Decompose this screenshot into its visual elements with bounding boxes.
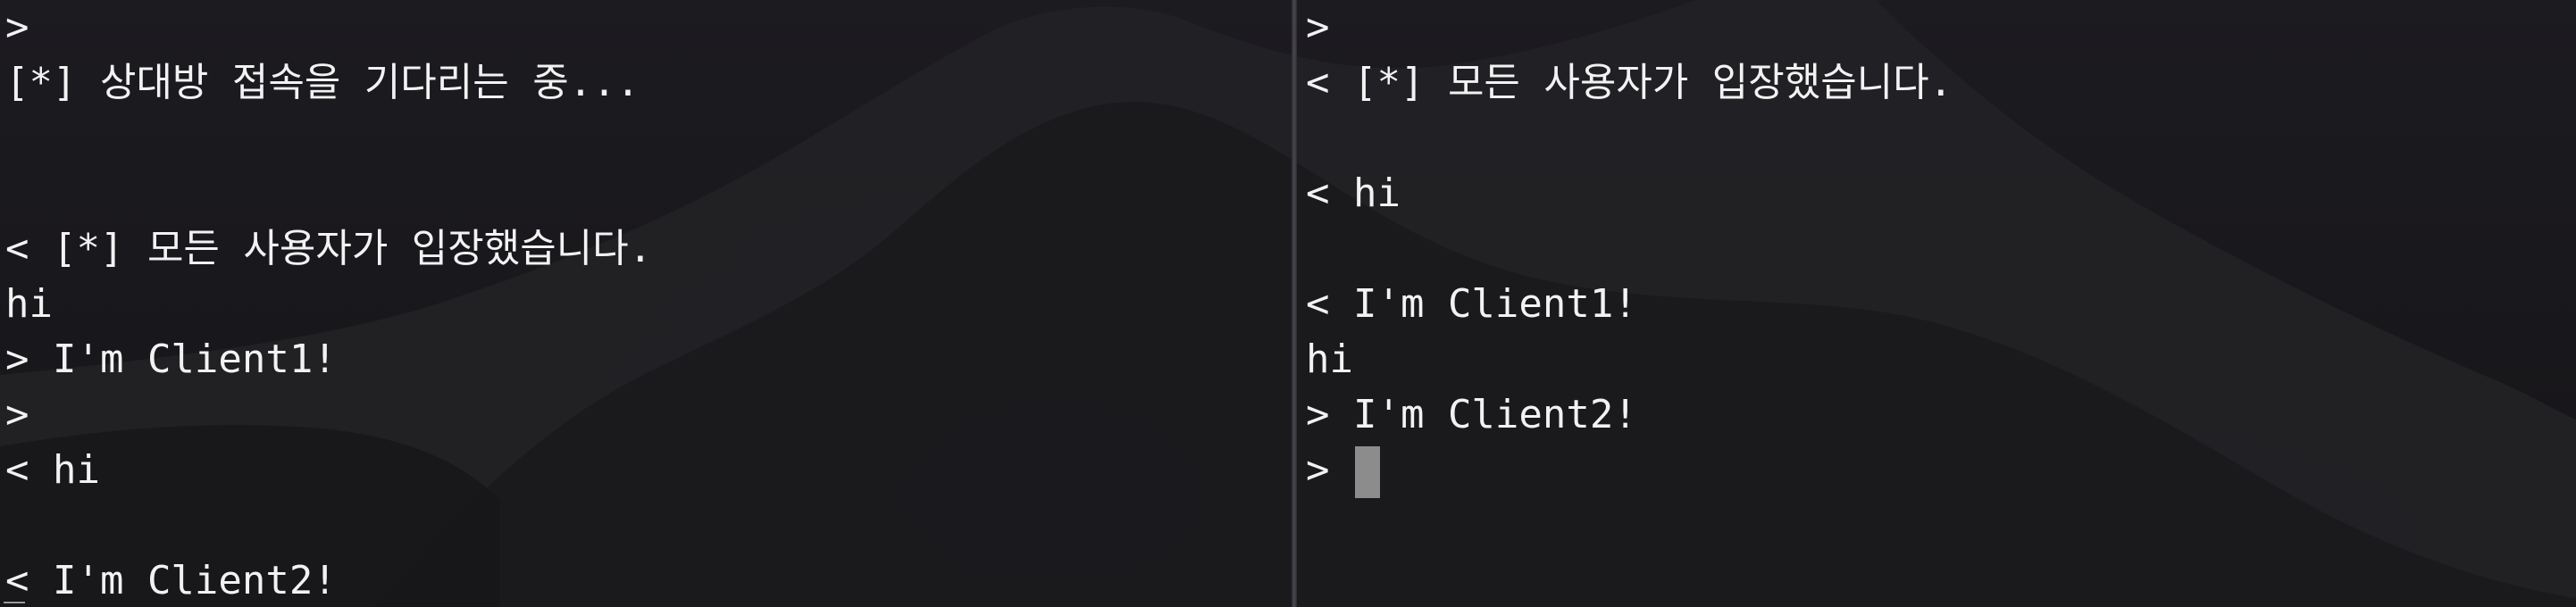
desktop-screen: > [*] 상대방 접속을 기다리는 중... < [*] 모든 사용자가 입장… <box>0 0 2576 607</box>
terminal-prompt-line[interactable]: > <box>1306 443 2576 498</box>
terminal-line: [*] 상대방 접속을 기다리는 중... <box>5 60 640 105</box>
terminal-line: hi <box>5 281 53 327</box>
terminal-pane-left[interactable]: > [*] 상대방 접속을 기다리는 중... < [*] 모든 사용자가 입장… <box>0 0 1292 607</box>
terminal-line: < hi <box>5 447 100 493</box>
terminal-pane-right[interactable]: > < [*] 모든 사용자가 입장했습니다. < hi < I'm Clien… <box>1297 0 2576 607</box>
terminal-line: < [*] 모든 사용자가 입장했습니다. <box>1306 60 1953 105</box>
terminal-line: < hi <box>1306 170 1401 216</box>
terminal-line: > I'm Client2! <box>1306 392 1637 437</box>
terminal-line: < I'm Client1! <box>1306 281 1637 327</box>
terminal-line: hi <box>1306 337 1353 382</box>
terminal-line: > <box>5 4 29 50</box>
scroll-indicator <box>4 602 25 607</box>
terminal-line: < [*] 모든 사용자가 입장했습니다. <box>5 226 653 271</box>
terminal-line: > <box>1306 4 1330 50</box>
prompt-text: > <box>1306 447 1330 493</box>
terminal-line: > <box>5 392 29 437</box>
text-cursor <box>1355 446 1380 498</box>
terminal-line: > I'm Client1! <box>5 337 337 382</box>
terminal-line: < I'm Client2! <box>5 558 337 603</box>
